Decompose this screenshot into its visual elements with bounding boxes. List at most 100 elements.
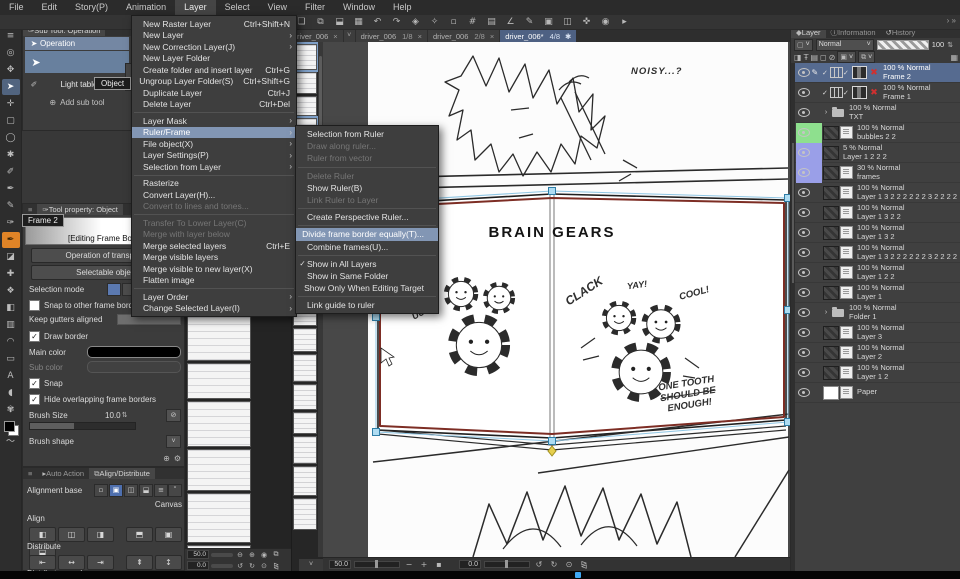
balloon-tool[interactable]: ◖	[2, 385, 20, 401]
fit-icon[interactable]: ▪	[433, 560, 445, 569]
brush-tool[interactable]: ✑	[2, 215, 20, 231]
menu-item-storyp[interactable]: Story(P)	[66, 0, 117, 15]
layer-menu-new-layer[interactable]: New Layer ›	[132, 30, 296, 42]
layer-row[interactable]: 100 % Normal Layer 1 3 2 2	[795, 203, 960, 223]
base-frame-icon[interactable]: ◫	[124, 483, 138, 497]
page-rotation-slider[interactable]	[211, 563, 233, 568]
palette-color-combo[interactable]: ▢ ˅	[794, 38, 813, 51]
canvas-zoom-value[interactable]: 50.0	[329, 560, 351, 569]
layer-row[interactable]: 100 % Normal Layer 1 3 2 2 2 2 2 2 3 2 2 …	[795, 243, 960, 263]
selection-handle[interactable]	[548, 437, 556, 445]
select-icon[interactable]: ▣	[539, 17, 558, 27]
add-to-subtool-icon[interactable]: ⊕	[163, 454, 170, 463]
layer-menu-duplicate-layer[interactable]: Duplicate Layer Ctrl+J	[132, 87, 296, 99]
screentone-tool[interactable]: 〜	[2, 434, 20, 450]
layer-thumbnail[interactable]	[823, 345, 839, 360]
rotate-left-icon[interactable]: ↺	[235, 562, 245, 570]
base-guide-icon[interactable]: ≡	[154, 483, 168, 497]
layer-menu-ungroup-layer-folder-s[interactable]: Ungroup Layer Folder(S) Ctrl+Shift+G	[132, 76, 296, 88]
page-thumbnail-small[interactable]	[293, 384, 317, 410]
draw-border-checkbox[interactable]: ✓	[29, 330, 40, 342]
layer-mask-combo[interactable]: ⧉ ˅	[858, 51, 876, 63]
layer-row[interactable]: 100 % Normal Layer 1 3 2	[795, 223, 960, 243]
frame-thumbnail[interactable]	[852, 66, 867, 79]
layer-menu-layer-mask[interactable]: Layer Mask ›	[132, 115, 296, 127]
ruler-menu-delete-ruler[interactable]: Delete Ruler	[296, 170, 438, 182]
layer-row[interactable]: 5 % Normal Layer 1 2 2 2	[795, 142, 960, 163]
layer-menu-merge-selected-layers[interactable]: Merge selected layers Ctrl+E	[132, 240, 296, 252]
paper-thumbnail[interactable]	[823, 385, 839, 400]
layer-menu-flatten-image[interactable]: Flatten image	[132, 275, 296, 287]
fill-tool[interactable]: ◧	[2, 300, 20, 316]
eye-icon[interactable]	[797, 248, 810, 257]
hand-tool[interactable]: ✥	[2, 62, 20, 78]
eye-icon[interactable]	[797, 228, 810, 237]
page-thumbnail[interactable]	[187, 401, 251, 447]
layer-menu-file-object-x[interactable]: File object(X) ›	[132, 138, 296, 150]
brush-size-dynamics-button[interactable]: ⊘	[165, 408, 181, 422]
taskbar-app-icon[interactable]	[575, 572, 581, 578]
blend-mode-dropdown[interactable]: Normal ˅	[815, 38, 874, 51]
layer-menu-icon[interactable]: ▦	[950, 53, 958, 62]
eye-icon[interactable]	[797, 68, 810, 77]
rotate-left-icon[interactable]: ↺	[533, 560, 545, 569]
flip-horizontal-icon[interactable]: ⧎	[578, 560, 590, 569]
undo-icon[interactable]: ↶	[368, 17, 387, 27]
eye-icon[interactable]	[797, 128, 810, 137]
fit-screen-icon[interactable]: ◉	[259, 551, 269, 559]
ruler-menu-show-only-when-editing-target[interactable]: Show Only When Editing Target	[296, 282, 438, 294]
snap-icon[interactable]: ◉	[596, 17, 615, 27]
layer-menu-create-folder-and-insert-layer[interactable]: Create folder and insert layer Ctrl+G	[132, 64, 296, 76]
menu-item-layer[interactable]: Layer	[175, 0, 216, 15]
lasso-tool[interactable]: ◯	[2, 130, 20, 146]
layer-row[interactable]: › 100 % Normal Folder 1	[795, 303, 960, 323]
ruler-menu-selection-from-ruler[interactable]: Selection from Ruler	[296, 128, 438, 140]
menu-item-select[interactable]: Select	[216, 0, 259, 15]
deselect-icon[interactable]: ◫	[558, 17, 577, 27]
page-rotation-value[interactable]: 0.0	[187, 561, 209, 570]
eye-icon[interactable]	[797, 168, 810, 177]
layer-menu-merge-visible-to-new-layer-x[interactable]: Merge visible to new layer(X)	[132, 263, 296, 275]
rotate-right-icon[interactable]: ↻	[247, 562, 257, 570]
layer-menu-merge-visible-layers[interactable]: Merge visible layers	[132, 252, 296, 264]
layer-thumbnail[interactable]	[823, 165, 839, 180]
page-thumbnail-small[interactable]	[293, 412, 317, 434]
ruler-menu-show-in-all-layers[interactable]: ✓ Show in All Layers	[296, 258, 438, 270]
tab-auto-action[interactable]: ▸ Auto Action	[37, 468, 89, 479]
layer-thumbnail[interactable]	[823, 285, 839, 300]
document-tab-3[interactable]: driver_006* 4/8 ✱	[500, 30, 577, 42]
main-color-swatch[interactable]	[87, 346, 181, 358]
menu-item-file[interactable]: File	[0, 0, 33, 15]
zoom-tool[interactable]: ◎	[2, 45, 20, 61]
zoom-in-icon[interactable]: ⊕	[247, 551, 257, 559]
frame-tool[interactable]: ▭	[2, 351, 20, 367]
base-canvas-icon[interactable]: ▣	[109, 483, 123, 497]
page-thumbnail[interactable]	[187, 493, 251, 543]
layer-menu-selection-from-layer[interactable]: Selection from Layer ›	[132, 161, 296, 173]
panel-menu-icon[interactable]: ≡	[23, 468, 37, 479]
marquee-tool[interactable]: ▢	[2, 113, 20, 129]
canvas-zoom-slider[interactable]	[354, 560, 400, 568]
canvas-rotation-value[interactable]: 0.0	[459, 560, 481, 569]
main-color-swatch[interactable]	[4, 421, 15, 432]
brush-shape-dropdown[interactable]: ˅	[166, 434, 181, 448]
menu-item-edit[interactable]: Edit	[33, 0, 67, 15]
material-tool[interactable]: ✾	[2, 402, 20, 418]
draft-icon[interactable]: ⊘	[829, 53, 836, 62]
grid-icon[interactable]: #	[463, 17, 482, 27]
tab-close-icon[interactable]: ×	[328, 32, 337, 41]
pencil-tool[interactable]: ✎	[2, 198, 20, 214]
sub-tool-group-operation[interactable]: ➤ Operation	[25, 37, 129, 50]
ruler-menu-combine-frames-u[interactable]: Combine frames(U)...	[296, 241, 438, 253]
eye-icon[interactable]	[797, 148, 810, 157]
snap-checkbox[interactable]: ✓	[29, 377, 40, 389]
base-story-icon[interactable]: ⬓	[139, 483, 153, 497]
lock-layer-icon[interactable]: ◻	[820, 53, 827, 62]
move-icon[interactable]: ✜	[577, 17, 596, 27]
eye-icon[interactable]	[797, 108, 810, 117]
eye-icon[interactable]	[797, 268, 810, 277]
layer-thumbnail[interactable]	[823, 185, 839, 200]
layer-menu-change-selected-layer-i[interactable]: Change Selected Layer(I) ›	[132, 303, 296, 315]
add-sub-tool-button[interactable]: ⊕ Add sub tool	[23, 94, 131, 110]
clip-at-layer-icon[interactable]: Ŧ	[804, 53, 809, 62]
